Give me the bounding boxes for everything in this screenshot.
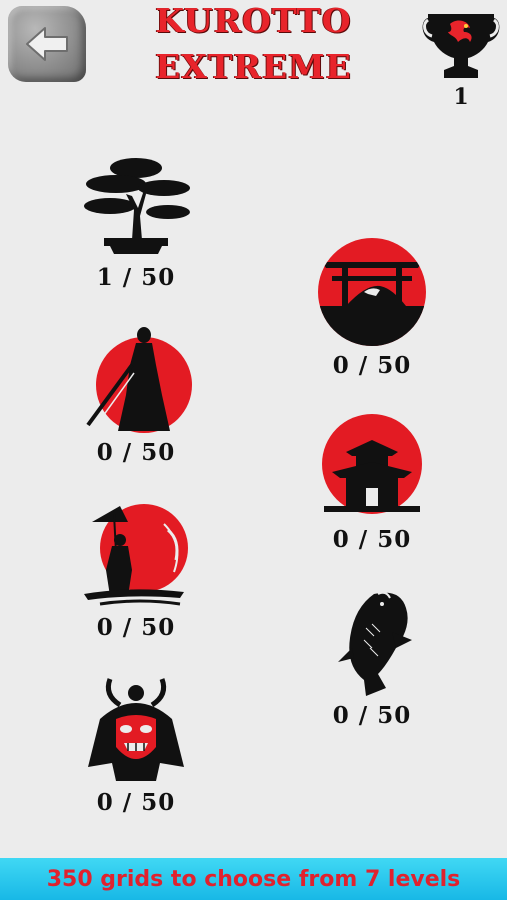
samurai-icon (86, 327, 192, 433)
level-koi-fish[interactable]: 0 / 50 (302, 588, 442, 729)
info-banner-text: 350 grids to choose from 7 levels (46, 866, 461, 892)
level-progress: 0 / 50 (332, 352, 412, 379)
level-progress: 1 / 50 (96, 264, 176, 291)
umbrella-woman-icon (84, 504, 188, 606)
level-pagoda[interactable]: 0 / 50 (302, 412, 442, 553)
trophy-button[interactable] (418, 8, 504, 84)
info-banner: 350 grids to choose from 7 levels (0, 858, 507, 900)
level-progress: 0 / 50 (96, 789, 176, 816)
level-samurai[interactable]: 0 / 50 (66, 325, 206, 466)
level-progress: 0 / 50 (332, 702, 412, 729)
trophy-count: 1 (453, 84, 469, 110)
level-bonsai[interactable]: 1 / 50 (66, 150, 206, 291)
trophy-icon (422, 14, 500, 78)
koi-fish-icon (338, 591, 412, 696)
level-umbrella-woman[interactable]: 0 / 50 (66, 500, 206, 641)
torii-gate-icon (318, 238, 426, 346)
level-progress: 0 / 50 (96, 614, 176, 641)
level-samurai-mask[interactable]: 0 / 50 (66, 675, 206, 816)
bonsai-icon (84, 158, 190, 254)
level-progress: 0 / 50 (96, 439, 176, 466)
level-progress: 0 / 50 (332, 526, 412, 553)
level-torii-gate[interactable]: 0 / 50 (302, 236, 442, 379)
samurai-mask-icon (88, 678, 184, 781)
pagoda-icon (322, 414, 422, 514)
